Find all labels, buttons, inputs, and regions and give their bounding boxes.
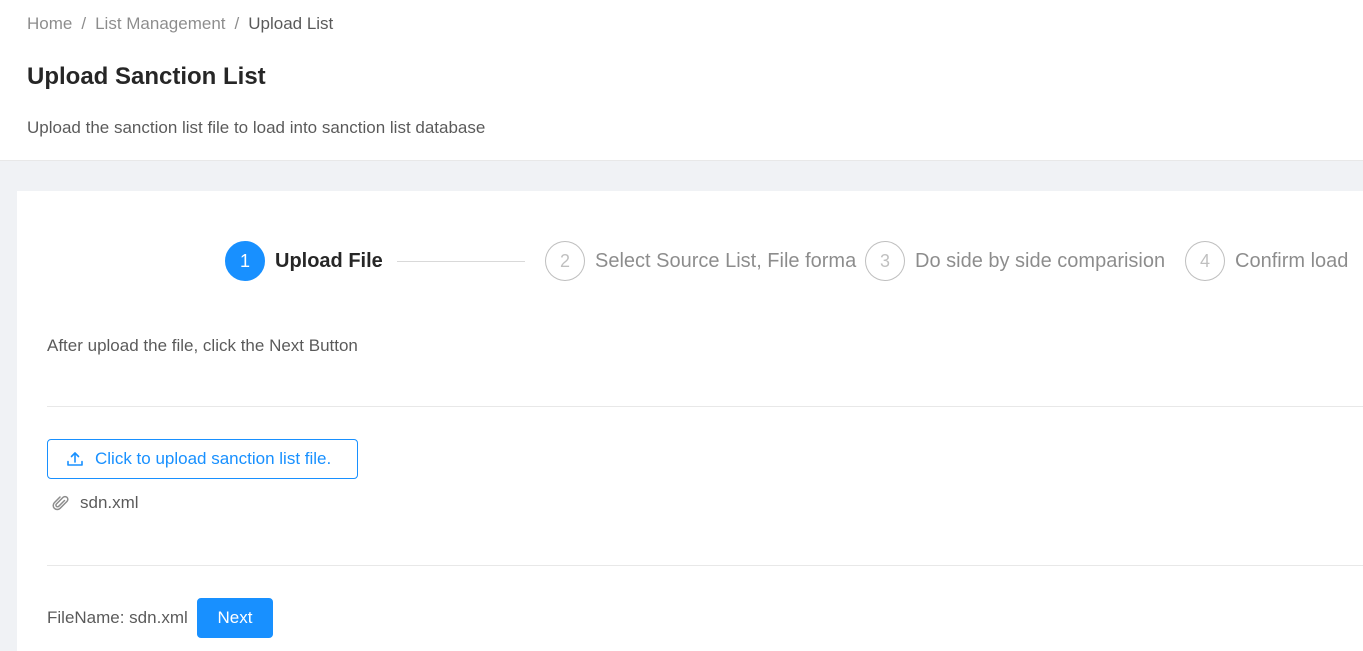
page-title: Upload Sanction List [27, 63, 266, 90]
upload-button-label: Click to upload sanction list file. [95, 449, 332, 468]
breadcrumb-separator: / [81, 14, 87, 33]
breadcrumb-home[interactable]: Home [27, 14, 72, 33]
step-upload-file: 1 Upload File [225, 241, 383, 281]
divider [47, 406, 1363, 407]
breadcrumb-separator: / [234, 14, 240, 33]
step-number: 1 [225, 241, 265, 281]
step-number: 3 [865, 241, 905, 281]
step-comparison: 3 Do side by side comparision [865, 241, 1165, 281]
uploaded-file-name: sdn.xml [80, 493, 139, 512]
step-number: 4 [1185, 241, 1225, 281]
step-select-source: 2 Select Source List, File forma [545, 241, 856, 281]
upload-instruction: After upload the file, click the Next Bu… [47, 336, 358, 355]
step-confirm-load: 4 Confirm load [1185, 241, 1348, 281]
breadcrumb-list-management[interactable]: List Management [95, 14, 225, 33]
step-title: Confirm load [1235, 250, 1349, 272]
breadcrumb: Home / List Management / Upload List [27, 13, 333, 35]
divider [47, 565, 1363, 566]
paperclip-icon [52, 494, 70, 512]
uploaded-file-item[interactable]: sdn.xml [52, 491, 139, 515]
next-button[interactable]: Next [197, 598, 273, 638]
step-connector [397, 261, 525, 262]
file-name-label: FileName: sdn.xml [47, 608, 188, 627]
step-title: Do side by side comparision [915, 250, 1166, 272]
step-number: 2 [545, 241, 585, 281]
upload-icon [66, 450, 84, 468]
step-title: Select Source List, File forma [595, 250, 857, 272]
upload-file-button[interactable]: Click to upload sanction list file. [47, 439, 358, 479]
breadcrumb-current: Upload List [248, 14, 334, 33]
page-description: Upload the sanction list file to load in… [27, 118, 486, 137]
step-title: Upload File [275, 250, 383, 272]
page-header: Home / List Management / Upload List Upload … [0, 0, 1363, 161]
upload-card: 1 Upload File 2 Select Source List, File… [17, 191, 1363, 651]
